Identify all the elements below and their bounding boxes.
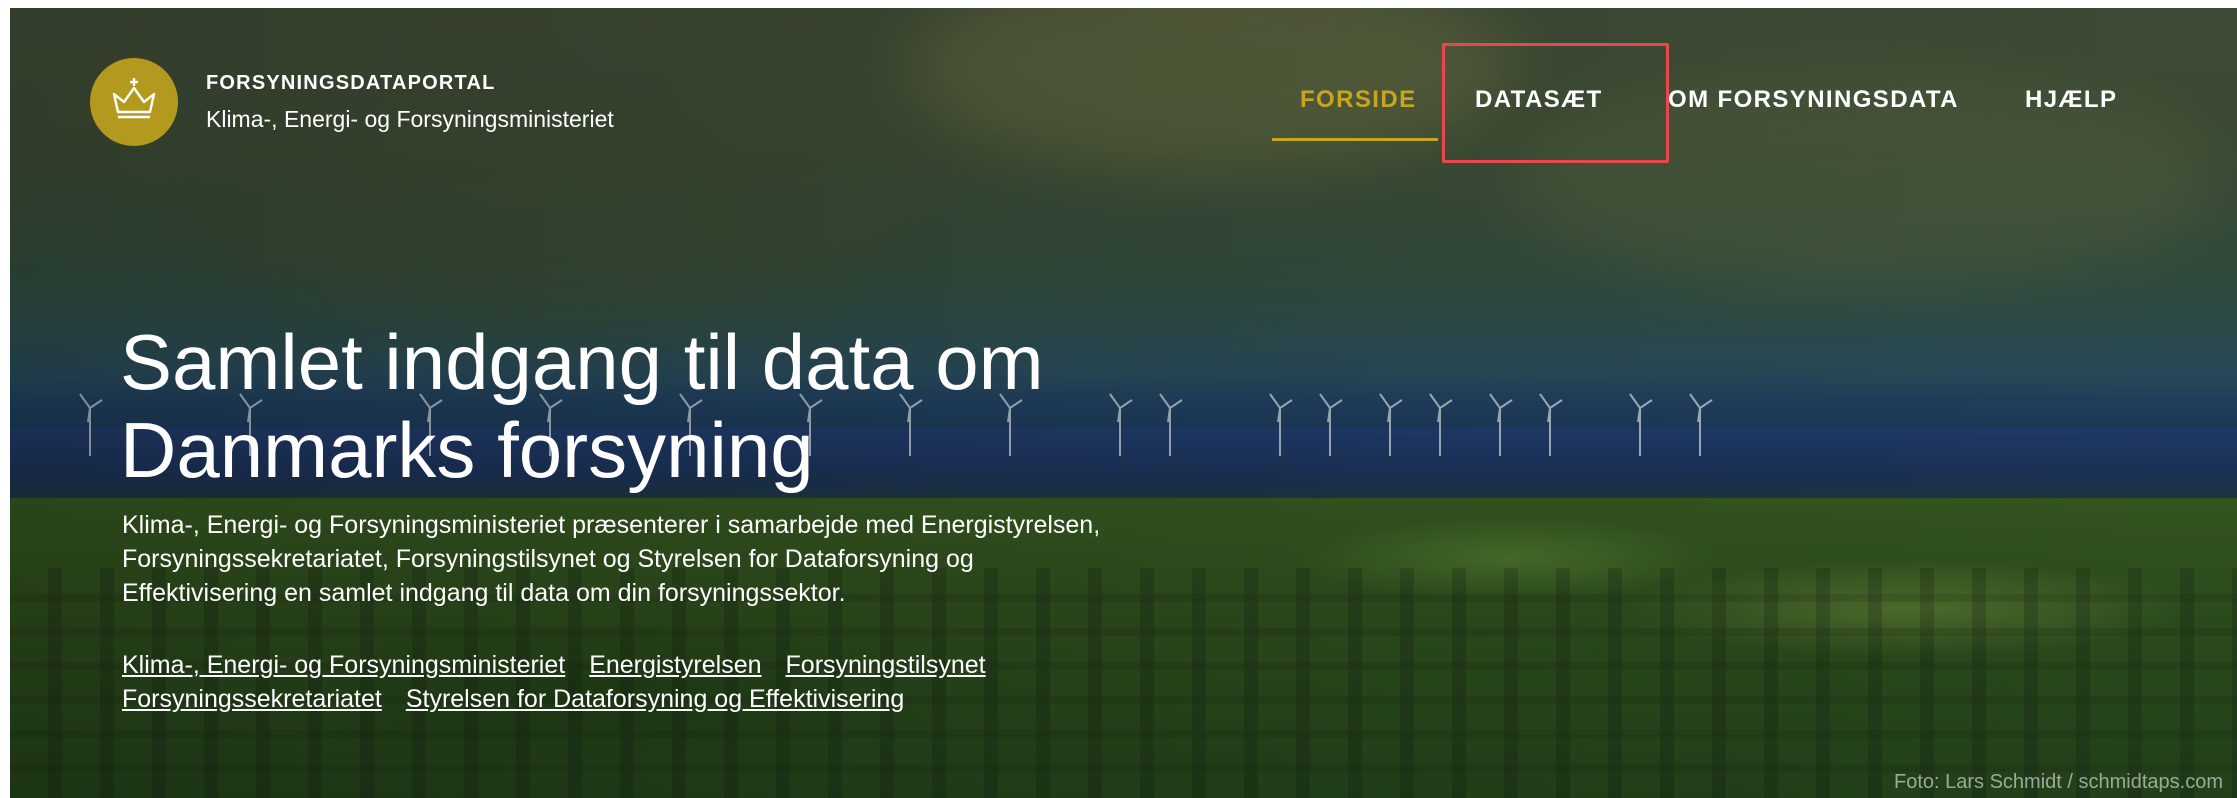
hero-title-line-2: Danmarks forsyning [120, 406, 814, 494]
main-nav: FORSIDE DATASÆT OM FORSYNINGSDATA HJÆLP [10, 86, 2237, 126]
nav-item-hjaelp[interactable]: HJÆLP [2025, 86, 2117, 114]
link-forsyningssekretariatet[interactable]: Forsyningssekretariatet [122, 685, 382, 713]
link-styrelsen-dataforsyning[interactable]: Styrelsen for Dataforsyning og Effektivi… [406, 685, 904, 713]
nav-item-om-forsyningsdata[interactable]: OM FORSYNINGSDATA [1668, 86, 1959, 114]
hero-title: Samlet indgang til data om Danmarks fors… [120, 318, 1120, 494]
nav-item-forside[interactable]: FORSIDE [1300, 86, 1416, 114]
active-nav-underline [1272, 138, 1438, 141]
partner-links: Klima-, Energi- og Forsyningsministeriet… [122, 648, 1122, 716]
highlight-box [1442, 43, 1669, 163]
photo-credit: Foto: Lars Schmidt / schmidtaps.com [1893, 771, 2223, 793]
hero-description: Klima-, Energi- og Forsyningsministeriet… [122, 511, 1101, 607]
hero-section: FORSYNINGSDATAPORTAL Klima-, Energi- og … [10, 8, 2237, 798]
link-klima-energi-forsyningsministeriet[interactable]: Klima-, Energi- og Forsyningsministeriet [122, 651, 565, 679]
link-energistyrelsen[interactable]: Energistyrelsen [589, 651, 761, 679]
link-forsyningstilsynet[interactable]: Forsyningstilsynet [786, 651, 986, 679]
hero-title-line-1: Samlet indgang til data om [120, 318, 1044, 406]
